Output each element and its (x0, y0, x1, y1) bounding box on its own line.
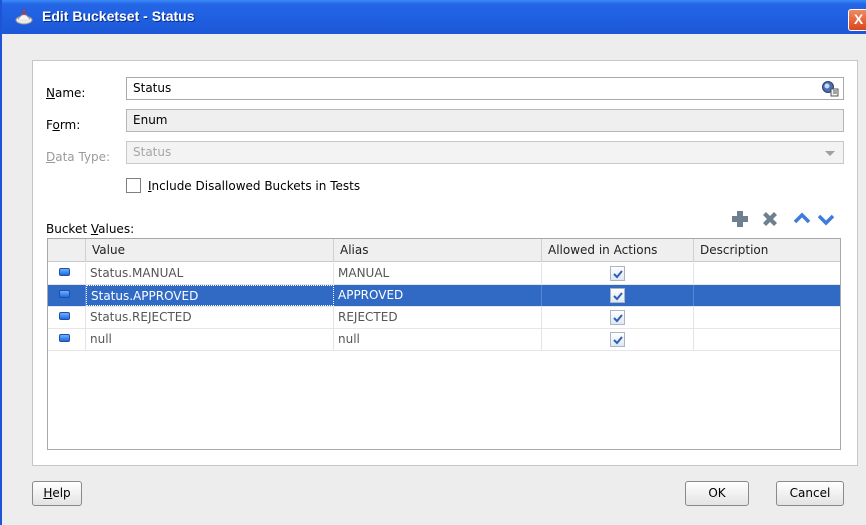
form-field: Enum (126, 109, 844, 132)
col-icon-header (48, 239, 86, 262)
form-label: Form: (46, 118, 81, 132)
col-alias-header[interactable]: Alias (334, 239, 542, 262)
move-down-icon[interactable] (816, 209, 836, 229)
close-icon: X (853, 11, 864, 27)
allowed-checkbox[interactable] (610, 310, 625, 325)
row-icon-cell (48, 263, 86, 284)
chevron-down-icon (825, 151, 835, 156)
bucket-values-table[interactable]: Value Alias Allowed in Actions Descripti… (47, 238, 841, 450)
app-icon (15, 9, 33, 25)
bucket-icon (59, 290, 70, 298)
checkmark-icon (613, 314, 623, 323)
include-disallowed-checkbox[interactable] (126, 178, 141, 193)
value-cell[interactable]: Status.REJECTED (86, 307, 334, 328)
value-cell[interactable]: Status.MANUAL (86, 263, 334, 284)
delete-icon[interactable] (760, 209, 780, 229)
name-value: Status (133, 81, 172, 95)
checkmark-icon (613, 336, 623, 345)
table-row[interactable]: Status.MANUAL MANUAL (48, 263, 840, 285)
alias-cell[interactable]: null (334, 329, 542, 350)
bucket-icon (59, 334, 70, 342)
datatype-select[interactable]: Status (126, 141, 844, 164)
bucket-icon (59, 312, 70, 320)
table-row[interactable]: Status.APPROVED APPROVED (48, 285, 840, 307)
description-cell[interactable] (694, 263, 840, 284)
cancel-button[interactable]: Cancel (776, 481, 844, 506)
title-bar[interactable]: Edit Bucketset - Status X (2, 0, 866, 34)
datatype-label: Data Type: (46, 150, 111, 164)
browse-type-icon[interactable] (821, 80, 839, 97)
col-description-header[interactable]: Description (694, 239, 840, 262)
bucket-values-label: Bucket Values: (46, 222, 135, 236)
close-button[interactable]: X (848, 9, 866, 31)
form-value: Enum (133, 113, 168, 127)
table-row[interactable]: null null (48, 329, 840, 351)
alias-cell[interactable]: MANUAL (334, 263, 542, 284)
value-cell[interactable]: null (86, 329, 334, 350)
description-cell[interactable] (694, 285, 840, 306)
checkmark-icon (613, 270, 623, 279)
ok-button[interactable]: OK (685, 481, 749, 506)
allowed-checkbox[interactable] (610, 288, 625, 303)
col-allowed-header[interactable]: Allowed in Actions (542, 239, 694, 262)
row-icon-cell (48, 329, 86, 350)
allowed-checkbox[interactable] (610, 266, 625, 281)
table-header: Value Alias Allowed in Actions Descripti… (48, 239, 840, 262)
dialog-window: Edit Bucketset - Status X Name: Status F… (0, 0, 866, 525)
description-cell[interactable] (694, 329, 840, 350)
alias-cell[interactable]: APPROVED (334, 285, 542, 306)
include-disallowed-label: Include Disallowed Buckets in Tests (148, 179, 361, 193)
checkmark-icon (613, 292, 623, 301)
add-icon[interactable] (730, 209, 750, 229)
name-label: Name: (46, 86, 86, 100)
datatype-value: Status (133, 145, 172, 159)
dialog-title: Edit Bucketset - Status (42, 8, 195, 24)
move-up-icon[interactable] (792, 209, 812, 229)
name-input[interactable]: Status (126, 77, 844, 100)
allowed-checkbox[interactable] (610, 332, 625, 347)
table-row[interactable]: Status.REJECTED REJECTED (48, 307, 840, 329)
col-value-header[interactable]: Value (86, 239, 334, 262)
value-cell[interactable]: Status.APPROVED (86, 285, 334, 306)
row-icon-cell (48, 285, 86, 306)
description-cell[interactable] (694, 307, 840, 328)
help-button[interactable]: Help (32, 481, 82, 506)
row-icon-cell (48, 307, 86, 328)
bucket-icon (59, 268, 70, 276)
alias-cell[interactable]: REJECTED (334, 307, 542, 328)
